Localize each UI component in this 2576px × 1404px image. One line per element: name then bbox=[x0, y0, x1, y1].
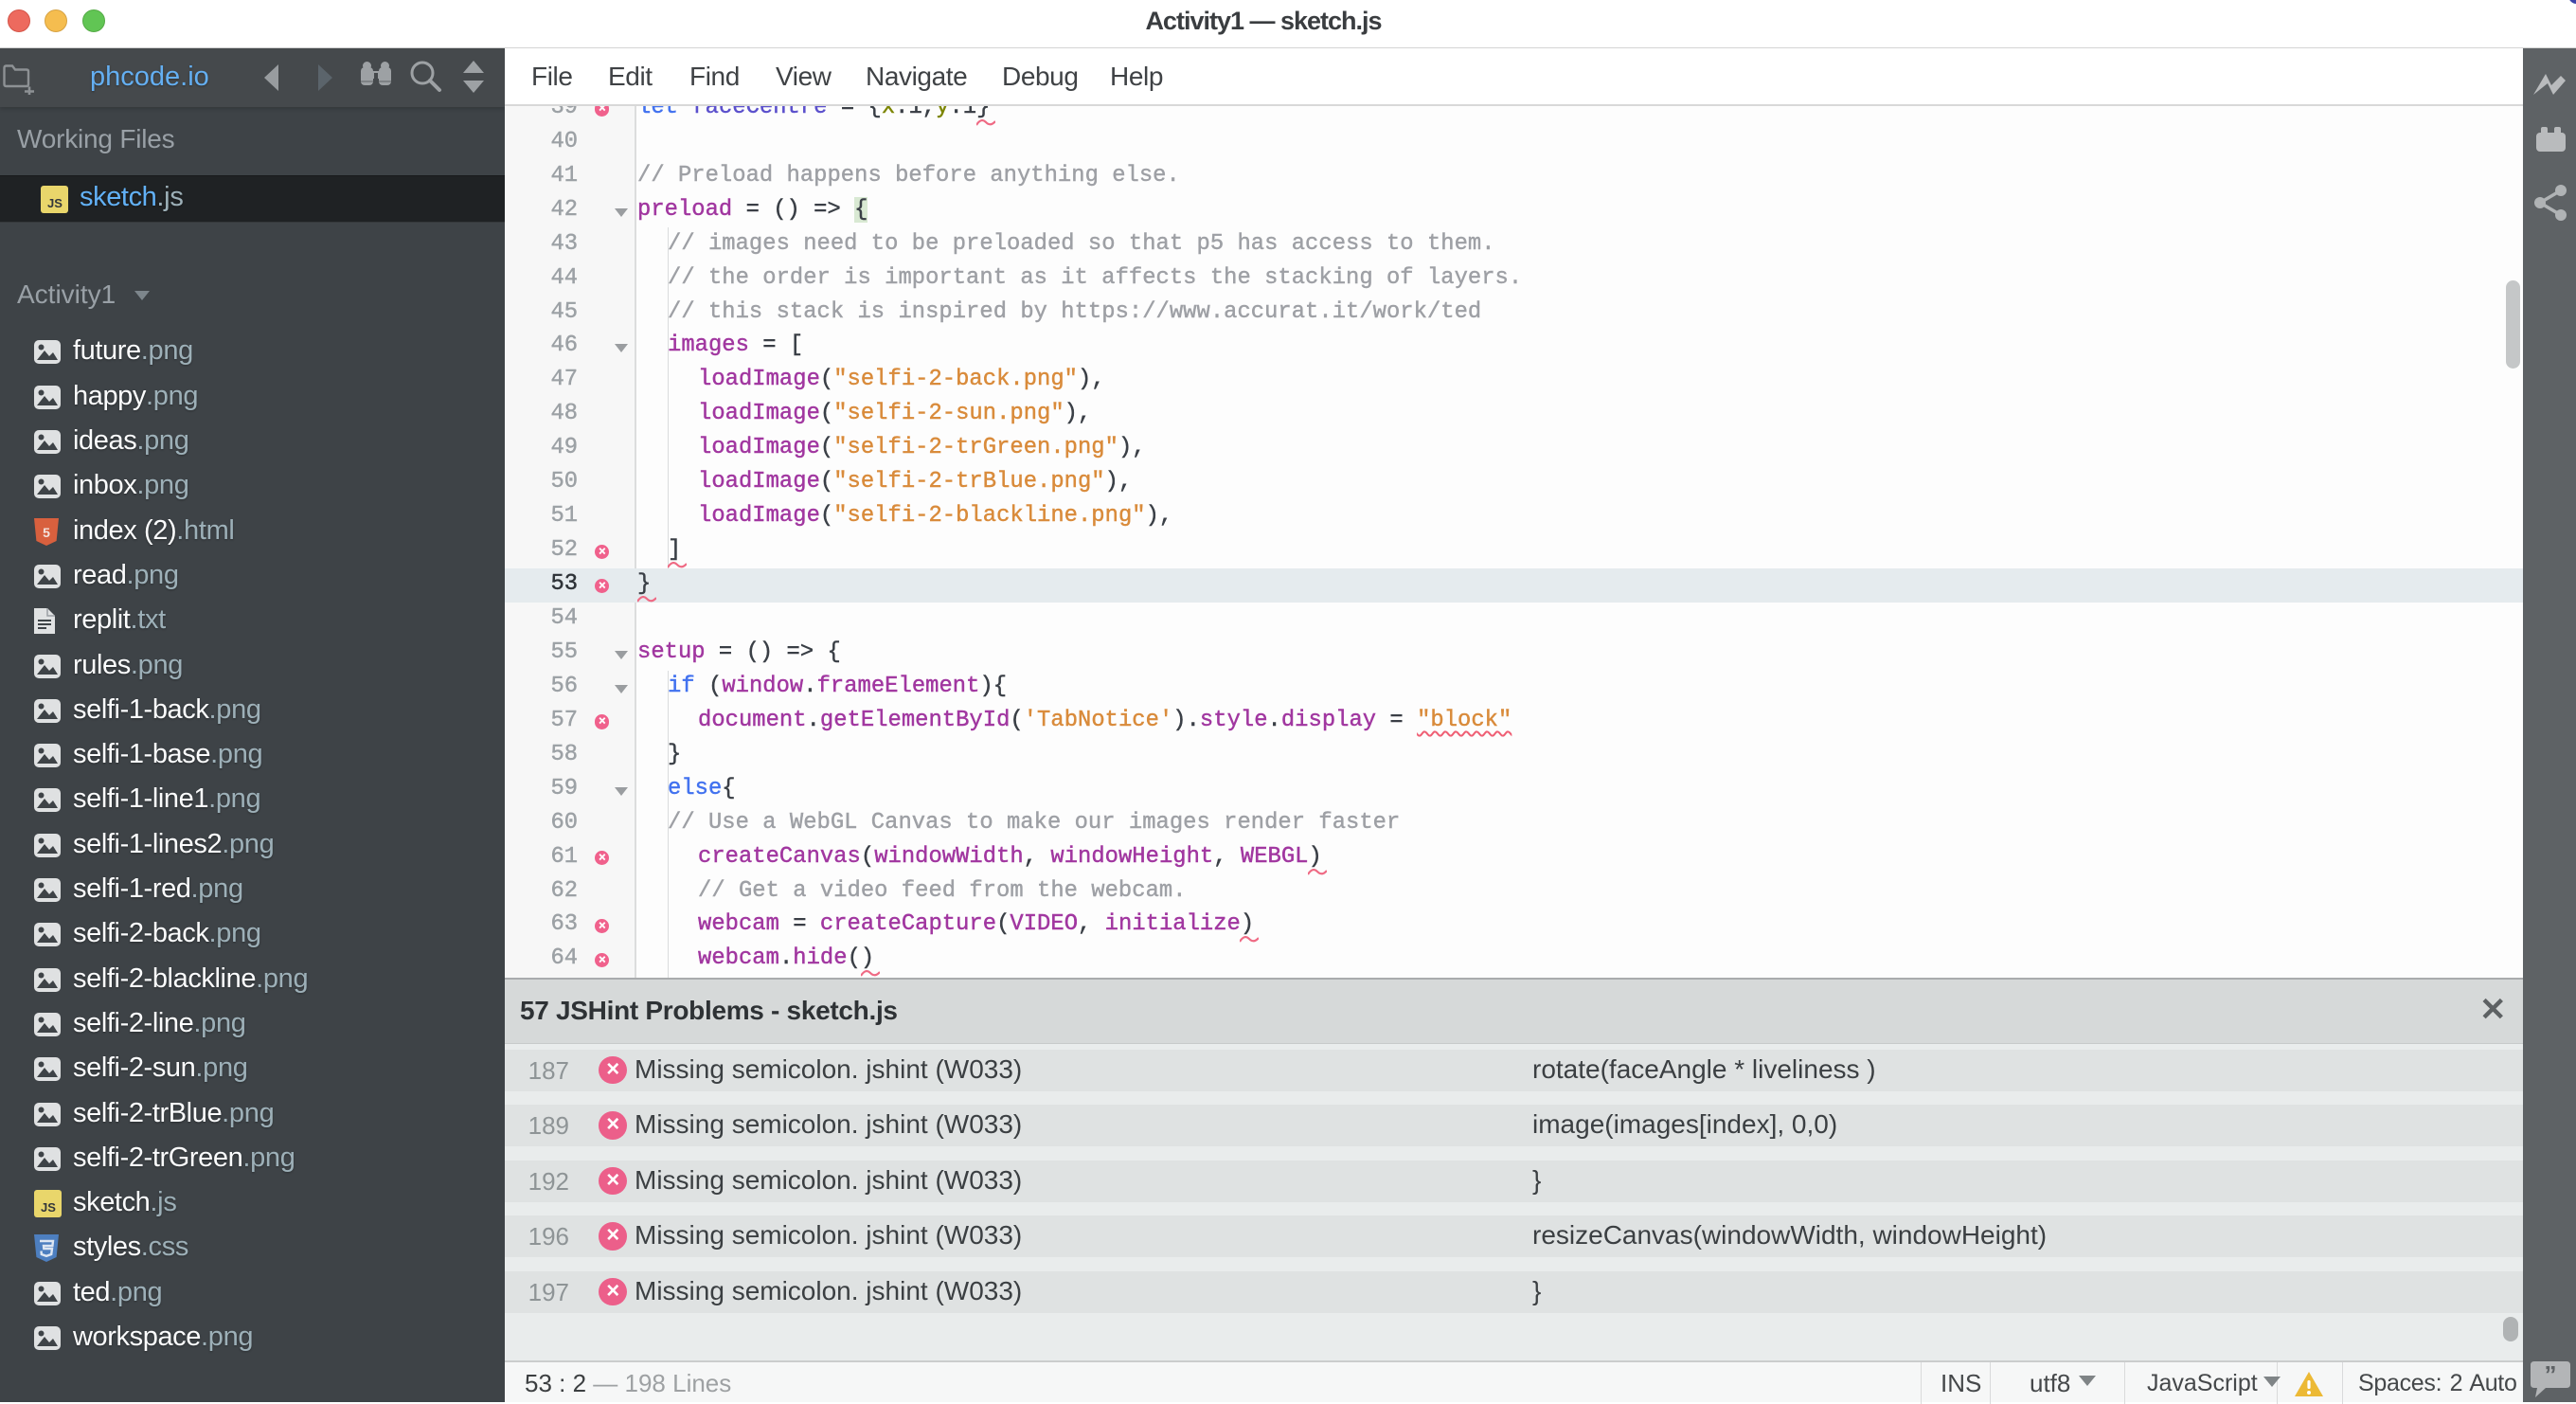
svg-text:”: ” bbox=[2545, 1360, 2557, 1389]
svg-text:JS: JS bbox=[41, 1200, 56, 1215]
svg-text:JS: JS bbox=[47, 196, 63, 210]
svg-text:5: 5 bbox=[43, 525, 50, 540]
